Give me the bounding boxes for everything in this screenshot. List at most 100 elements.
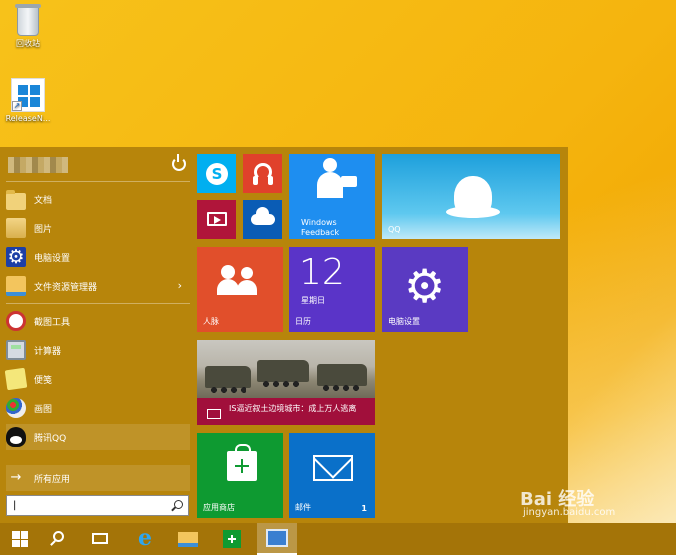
tile-label: 日历 <box>295 317 311 326</box>
start-menu: 文档 图片 ⚙ 电脑设置 文件资源管理器 › 截图工具 计算器 便笺 画图 腾讯… <box>0 147 568 523</box>
calendar-weekday: 星期日 <box>301 296 325 305</box>
tile-label: 应用商店 <box>203 503 235 512</box>
divider <box>6 181 190 182</box>
menu-item-pc-settings[interactable]: ⚙ 电脑设置 <box>6 244 190 270</box>
menu-item-documents[interactable]: 文档 <box>6 186 190 212</box>
speech-bubble-icon <box>341 176 357 187</box>
tile-onedrive[interactable] <box>243 200 282 239</box>
menu-item-label: 便笺 <box>34 375 53 386</box>
internet-explorer-icon: e <box>138 525 152 551</box>
calendar-day: 12 <box>299 252 345 293</box>
tile-pc-settings[interactable]: ⚙ 电脑设置 <box>382 247 468 332</box>
news-photo <box>197 340 375 398</box>
newspaper-icon <box>207 409 221 419</box>
search-icon[interactable] <box>174 500 183 509</box>
news-headline: IS逼近叙土边境城市：成上万人逃离 <box>229 404 357 413</box>
video-play-icon <box>207 212 227 226</box>
start-search-box[interactable] <box>6 495 189 516</box>
armored-vehicle-image <box>317 364 367 391</box>
paint-palette-icon <box>6 398 26 418</box>
pictures-folder-icon <box>6 218 26 238</box>
store-icon <box>223 530 241 548</box>
all-apps-label: 所有应用 <box>34 474 71 485</box>
headphones-icon <box>253 163 273 185</box>
tile-qq[interactable]: QQ <box>382 154 560 239</box>
menu-item-snipping-tool[interactable]: 截图工具 <box>6 308 190 334</box>
menu-item-file-explorer[interactable]: 文件资源管理器 › <box>6 273 190 299</box>
tile-music[interactable] <box>243 154 282 193</box>
tile-label: 人脉 <box>203 317 219 326</box>
people-icon <box>217 265 239 295</box>
start-menu-left-pane: 文档 图片 ⚙ 电脑设置 文件资源管理器 › 截图工具 计算器 便笺 画图 腾讯… <box>0 147 196 523</box>
tile-calendar[interactable]: 12 星期日 日历 <box>289 247 375 332</box>
taskbar-remote-desktop[interactable] <box>257 523 297 555</box>
folder-icon <box>6 189 26 210</box>
armored-vehicle-image <box>205 366 251 393</box>
all-apps-button[interactable]: → 所有应用 <box>6 465 190 491</box>
person-icon <box>317 158 343 198</box>
envelope-icon <box>313 455 353 481</box>
taskbar-internet-explorer[interactable]: e <box>125 523 165 555</box>
tile-video[interactable] <box>197 200 236 239</box>
mail-unread-count: 1 <box>361 504 367 513</box>
menu-item-pictures[interactable]: 图片 <box>6 215 190 241</box>
recycle-bin-desktop-icon[interactable]: 回收站 <box>3 4 53 49</box>
taskbar-file-explorer[interactable] <box>168 523 208 555</box>
release-notes-label: ReleaseN... <box>5 114 51 123</box>
cloud-icon <box>251 207 275 225</box>
recycle-bin-label: 回收站 <box>16 39 40 48</box>
people-icon-second <box>237 267 257 295</box>
tile-news[interactable]: IS逼近叙土边境城市：成上万人逃离 <box>197 340 375 425</box>
search-icon <box>53 531 64 542</box>
tile-skype[interactable]: S <box>197 154 236 193</box>
menu-item-label: 腾讯QQ <box>34 433 67 444</box>
shortcut-arrow-icon: ↗ <box>12 101 22 111</box>
tile-mail[interactable]: 邮件 1 <box>289 433 375 518</box>
start-button[interactable] <box>0 523 40 555</box>
watermark-url: jingyan.baidu.com <box>523 507 616 518</box>
gear-icon: ⚙ <box>6 246 26 268</box>
menu-item-calculator[interactable]: 计算器 <box>6 337 190 363</box>
taskbar-store[interactable] <box>212 523 252 555</box>
recycle-bin-icon <box>15 4 41 36</box>
menu-item-sticky-notes[interactable]: 便笺 <box>4 366 190 392</box>
menu-item-label: 画图 <box>34 404 53 415</box>
menu-item-tencent-qq[interactable]: 腾讯QQ <box>6 424 190 450</box>
menu-item-paint[interactable]: 画图 <box>6 395 190 421</box>
store-bag-icon <box>227 444 257 481</box>
windows-logo-icon <box>12 531 28 547</box>
snipping-tool-icon <box>6 311 26 331</box>
tile-label: QQ <box>388 225 401 234</box>
tile-windows-feedback[interactable]: Windows Feedback <box>289 154 375 239</box>
tile-label: 邮件 <box>295 503 311 512</box>
qq-penguin-icon <box>6 427 26 447</box>
sticky-notes-icon <box>4 367 28 391</box>
menu-item-label: 截图工具 <box>34 317 71 328</box>
menu-item-label: 文件资源管理器 <box>34 282 98 293</box>
tile-store[interactable]: 应用商店 <box>197 433 283 518</box>
tile-label: 电脑设置 <box>388 317 420 326</box>
task-view-button[interactable] <box>80 523 120 555</box>
file-explorer-icon <box>6 276 26 296</box>
tile-people[interactable]: 人脉 <box>197 247 283 332</box>
task-view-icon <box>92 533 108 544</box>
file-explorer-icon <box>178 532 198 547</box>
armored-vehicle-image <box>257 360 309 387</box>
user-account[interactable] <box>6 153 190 179</box>
calculator-icon <box>6 340 26 360</box>
power-icon[interactable] <box>172 154 186 171</box>
search-input[interactable] <box>7 496 188 515</box>
chevron-right-icon[interactable]: › <box>178 279 182 292</box>
gear-icon: ⚙ <box>404 259 446 313</box>
skype-icon: S <box>206 163 228 185</box>
remote-desktop-icon <box>266 529 288 547</box>
qq-penguin-icon <box>446 176 500 218</box>
windows-logo-icon: ↗ <box>11 78 45 112</box>
menu-item-label: 电脑设置 <box>34 253 71 264</box>
divider <box>6 303 190 304</box>
menu-item-label: 文档 <box>34 195 53 206</box>
menu-item-label: 图片 <box>34 224 53 235</box>
tile-label: Windows Feedback <box>301 218 340 237</box>
release-notes-desktop-icon[interactable]: ↗ ReleaseN... <box>3 78 53 123</box>
taskbar-search-button[interactable] <box>40 523 80 555</box>
